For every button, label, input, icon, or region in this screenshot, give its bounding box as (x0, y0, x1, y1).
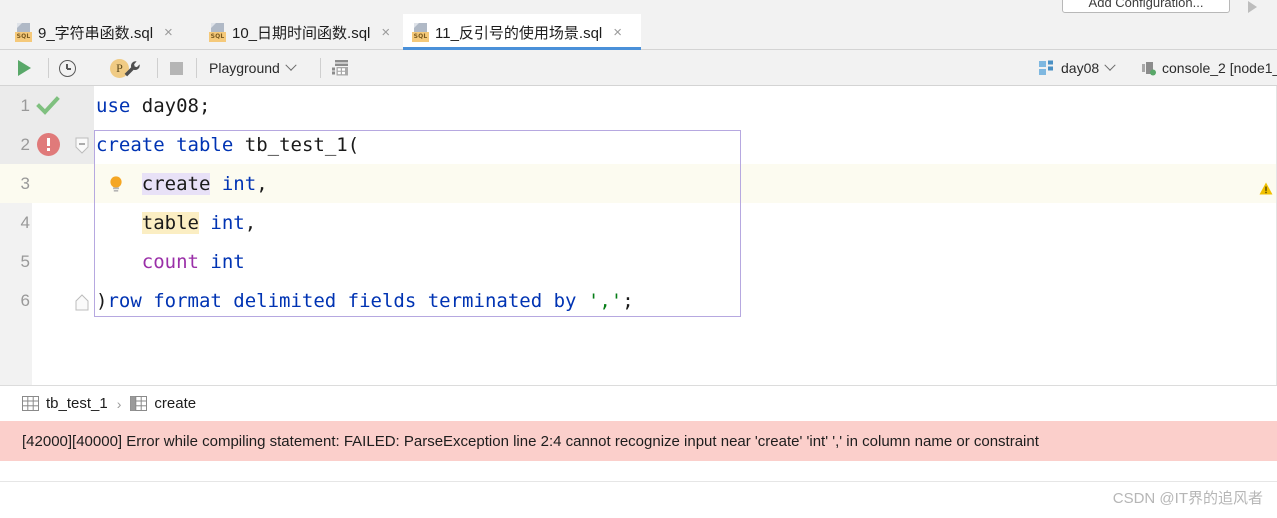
code-line-4[interactable]: 4 table int, (0, 203, 1277, 242)
breadcrumb: tb_test_1 › create (0, 385, 1277, 421)
add-configuration-button[interactable]: Add Configuration... (1062, 0, 1230, 13)
code-text: count int (141, 250, 245, 273)
toolbar-divider (157, 58, 158, 78)
sql-badge-label: SQL (412, 31, 429, 42)
execute-run-button[interactable] (18, 50, 31, 86)
data-grid-button[interactable] (331, 50, 351, 86)
editor-tab-bar: SQL 9_字符串函数.sql × SQL 10_日期时间函数.sql × SQ… (0, 14, 1277, 50)
chevron-down-icon (285, 59, 297, 71)
ide-window: Add Configuration... SQL 9_字符串函数.sql × S… (0, 0, 1277, 518)
breadcrumb-item-column[interactable]: create (130, 395, 196, 412)
line-number: 3 (20, 173, 30, 193)
code-text: create table tb_test_1( (96, 133, 360, 156)
schema-selector-label: Playground (209, 60, 280, 76)
breadcrumb-label: tb_test_1 (46, 395, 108, 412)
console-selector-label: console_2 [node1_ (1162, 60, 1277, 76)
wrench-settings-icon (122, 59, 140, 77)
console-selector[interactable]: console_2 [node1_ (1140, 50, 1277, 86)
sql-file-icon: SQL (412, 22, 429, 42)
tab-11-backtick-usage[interactable]: SQL 11_反引号的使用场景.sql × (403, 14, 641, 50)
code-line-2[interactable]: 2 create table tb_test_1( (0, 125, 1277, 164)
breadcrumb-label: create (154, 395, 197, 412)
code-editor[interactable]: 1 use day08; 2 create table tb_test_1(3… (0, 86, 1277, 385)
console-connection-icon (1140, 59, 1158, 77)
history-button[interactable] (59, 50, 76, 86)
settings-button[interactable] (122, 50, 140, 86)
watermark: CSDN @IT界的追风者 (1112, 490, 1263, 507)
fold-expand-icon[interactable] (74, 293, 90, 310)
sql-file-icon: SQL (15, 22, 32, 42)
fold-collapse-icon[interactable] (74, 137, 90, 154)
panel-divider (0, 481, 1277, 482)
line-number: 6 (20, 290, 30, 310)
sql-file-icon: SQL (209, 22, 226, 42)
toolbar-divider (196, 58, 197, 78)
table-icon (22, 396, 39, 411)
database-schema-icon (1038, 59, 1056, 77)
tab-close-icon[interactable]: × (611, 25, 624, 40)
bottom-panel (0, 461, 1277, 518)
execute-run-icon (18, 60, 31, 76)
line-number: 4 (20, 212, 30, 232)
code-text: )row format delimited fields terminated … (96, 289, 634, 312)
breadcrumb-item-table[interactable]: tb_test_1 (22, 395, 108, 412)
code-line-3[interactable]: 3 create int, (0, 164, 1277, 203)
toolbar-divider (320, 58, 321, 78)
column-icon (130, 396, 148, 411)
sql-badge-label: SQL (15, 31, 32, 42)
toolbar-divider (48, 58, 49, 78)
code-line-1[interactable]: 1 use day08; (0, 86, 1277, 125)
code-text: table int, (141, 211, 257, 234)
line-number: 1 (20, 95, 30, 115)
editor-toolbar: P Playground day08 console_2 [node1_ (0, 50, 1277, 86)
tab-9-string-functions[interactable]: SQL 9_字符串函数.sql × (6, 14, 194, 50)
run-configuration-strip: Add Configuration... (0, 0, 1277, 14)
stop-square-icon (170, 61, 183, 75)
stop-button[interactable] (170, 50, 183, 86)
tab-label: 9_字符串函数.sql (38, 24, 154, 42)
sql-badge-label: SQL (209, 31, 226, 42)
code-line-5[interactable]: 5 count int (0, 242, 1277, 281)
line-number: 5 (20, 251, 30, 271)
schema-selector[interactable]: Playground (209, 50, 297, 86)
database-selector-label: day08 (1061, 60, 1100, 76)
line-number: 2 (20, 134, 30, 154)
run-triangle-icon[interactable] (1248, 1, 1257, 13)
green-check-icon[interactable] (36, 94, 60, 118)
tab-label: 10_日期时间函数.sql (232, 24, 371, 42)
error-banner: [42000][40000] Error while compiling sta… (0, 421, 1277, 461)
tab-label: 11_反引号的使用场景.sql (435, 24, 603, 42)
chevron-down-icon (1104, 59, 1116, 71)
tab-close-icon[interactable]: × (379, 25, 392, 40)
code-text: use day08; (96, 94, 211, 117)
code-line-6[interactable]: 6 )row format delimited fields terminate… (0, 281, 1277, 320)
code-text: create int, (141, 172, 268, 195)
clock-history-icon (59, 59, 76, 77)
red-error-icon[interactable] (37, 133, 60, 156)
breadcrumb-separator: › (116, 395, 122, 412)
warning-triangle-icon[interactable] (1259, 182, 1273, 195)
tab-close-icon[interactable]: × (162, 25, 175, 40)
database-selector[interactable]: day08 (1038, 50, 1116, 86)
error-message: [42000][40000] Error while compiling sta… (22, 432, 1039, 450)
tab-10-datetime-functions[interactable]: SQL 10_日期时间函数.sql × (200, 14, 402, 50)
data-grid-icon (331, 58, 351, 78)
